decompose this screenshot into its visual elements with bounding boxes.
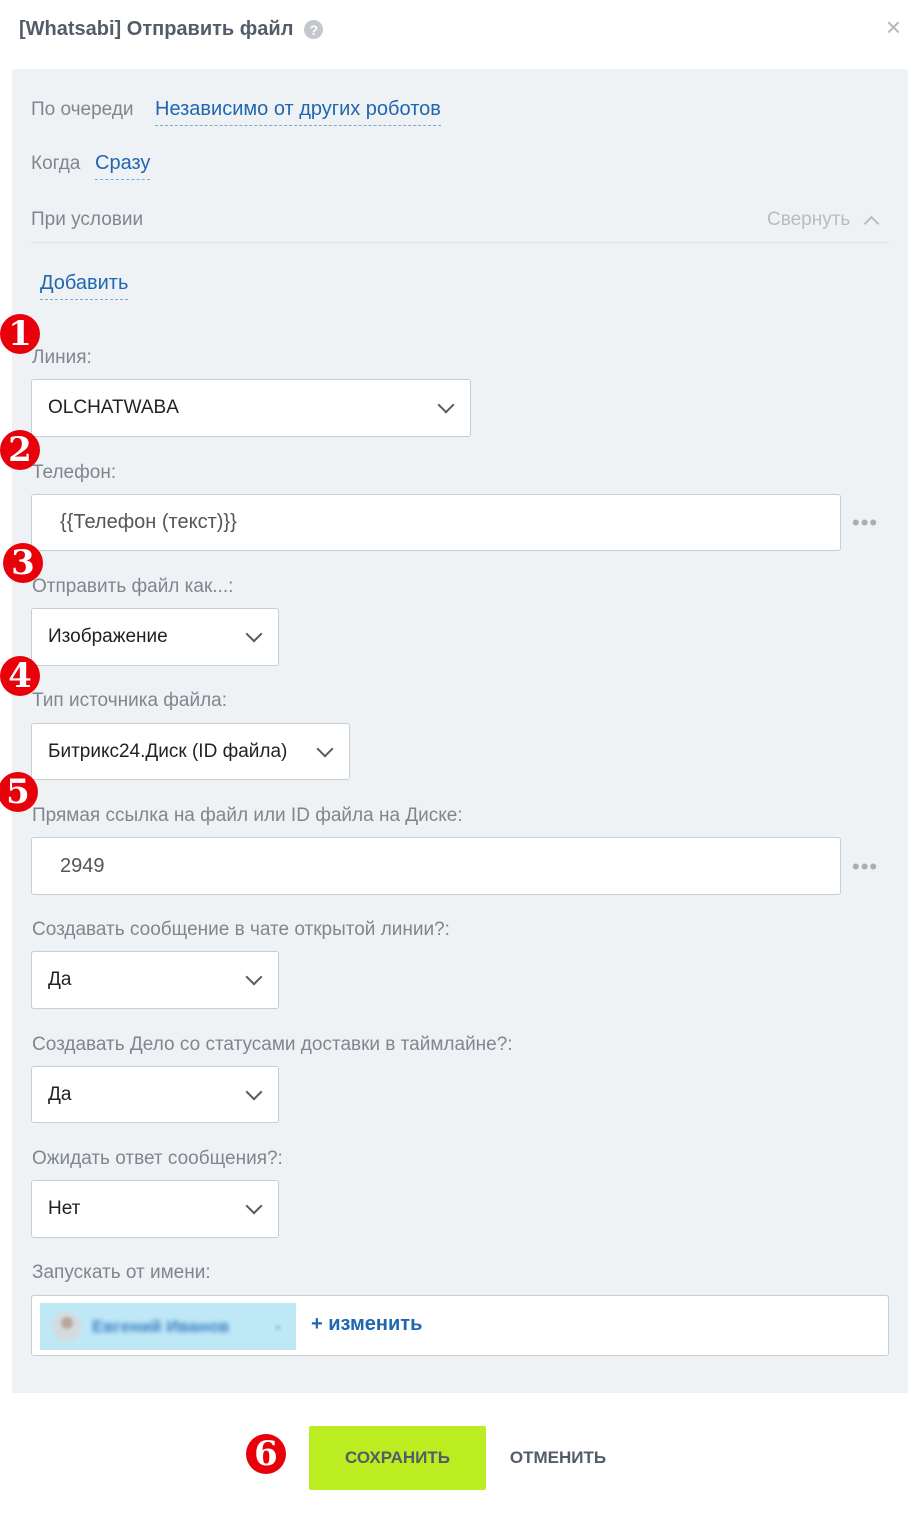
wait-reply-select-value: Нет bbox=[48, 1198, 81, 1219]
source-type-label: Тип источника файла: bbox=[32, 690, 228, 711]
wait-reply-select[interactable]: Нет bbox=[31, 1180, 279, 1238]
when-label: Когда bbox=[31, 153, 81, 174]
send-as-select-value: Изображение bbox=[48, 626, 168, 647]
dialog-title: [Whatsabi] Отправить файл ? bbox=[19, 18, 324, 41]
line-select-value: OLCHATWABA bbox=[48, 397, 179, 418]
line-select[interactable]: OLCHATWABA bbox=[31, 379, 471, 437]
phone-label: Телефон: bbox=[32, 462, 117, 483]
change-user-link[interactable]: + изменить bbox=[311, 1313, 422, 1336]
send-as-select[interactable]: Изображение bbox=[31, 608, 279, 666]
queue-label: По очереди bbox=[31, 99, 134, 120]
condition-label: При условии bbox=[31, 209, 144, 230]
chevron-down-icon bbox=[316, 740, 334, 757]
file-ref-more-icon[interactable]: ••• bbox=[852, 856, 878, 878]
collapse-toggle[interactable]: Свернуть bbox=[767, 209, 880, 231]
avatar bbox=[52, 1311, 82, 1342]
run-as-label: Запускать от имени: bbox=[32, 1262, 211, 1283]
create-deal-label: Создавать Дело со статусами доставки в т… bbox=[32, 1034, 513, 1055]
create-deal-select[interactable]: Да bbox=[31, 1066, 279, 1123]
help-icon[interactable]: ? bbox=[304, 20, 324, 39]
cancel-button[interactable]: ОТМЕНИТЬ bbox=[496, 1426, 620, 1490]
save-button[interactable]: СОХРАНИТЬ bbox=[309, 1426, 486, 1490]
user-name: Евгений Иванов bbox=[92, 1316, 230, 1336]
create-message-select-value: Да bbox=[48, 969, 72, 990]
create-deal-select-value: Да bbox=[48, 1083, 72, 1105]
chevron-down-icon bbox=[245, 625, 263, 643]
condition-divider bbox=[31, 242, 889, 243]
phone-input[interactable]: {{Телефон (текст)}} bbox=[31, 494, 841, 551]
step-badge-6: 6 bbox=[246, 1434, 286, 1474]
chevron-down-icon bbox=[245, 968, 263, 986]
file-ref-input-value: 2949 bbox=[60, 854, 105, 877]
source-type-select-value: Битрикс24.Диск (ID файла) bbox=[48, 740, 288, 762]
add-condition-link[interactable]: Добавить bbox=[40, 272, 129, 300]
chip-remove-icon[interactable]: × bbox=[274, 1319, 282, 1335]
phone-more-icon[interactable]: ••• bbox=[852, 512, 878, 534]
create-message-select[interactable]: Да bbox=[31, 951, 279, 1009]
source-type-select[interactable]: Битрикс24.Диск (ID файла) bbox=[31, 723, 350, 780]
collapse-label: Свернуть bbox=[767, 209, 851, 230]
chevron-down-icon bbox=[437, 396, 455, 414]
run-as-user-selector[interactable]: Евгений Иванов × + изменить bbox=[31, 1295, 889, 1356]
chevron-up-icon bbox=[864, 215, 880, 231]
line-label: Линия: bbox=[32, 347, 92, 368]
create-message-label: Создавать сообщение в чате открытой лини… bbox=[32, 919, 450, 940]
send-as-label: Отправить файл как...: bbox=[32, 576, 234, 597]
file-ref-input[interactable]: 2949 bbox=[31, 837, 841, 895]
close-icon[interactable]: × bbox=[886, 14, 901, 40]
file-ref-label: Прямая ссылка на файл или ID файла на Ди… bbox=[32, 805, 463, 826]
chevron-down-icon bbox=[245, 1197, 263, 1215]
queue-value-link[interactable]: Независимо от других роботов bbox=[155, 98, 441, 126]
wait-reply-label: Ожидать ответ сообщения?: bbox=[32, 1148, 283, 1169]
when-value-link[interactable]: Сразу bbox=[95, 152, 151, 180]
user-chip[interactable]: Евгений Иванов × bbox=[40, 1303, 296, 1350]
dialog-title-text: [Whatsabi] Отправить файл bbox=[19, 18, 294, 40]
chevron-down-icon bbox=[245, 1083, 263, 1100]
phone-input-value: {{Телефон (текст)}} bbox=[60, 511, 237, 533]
